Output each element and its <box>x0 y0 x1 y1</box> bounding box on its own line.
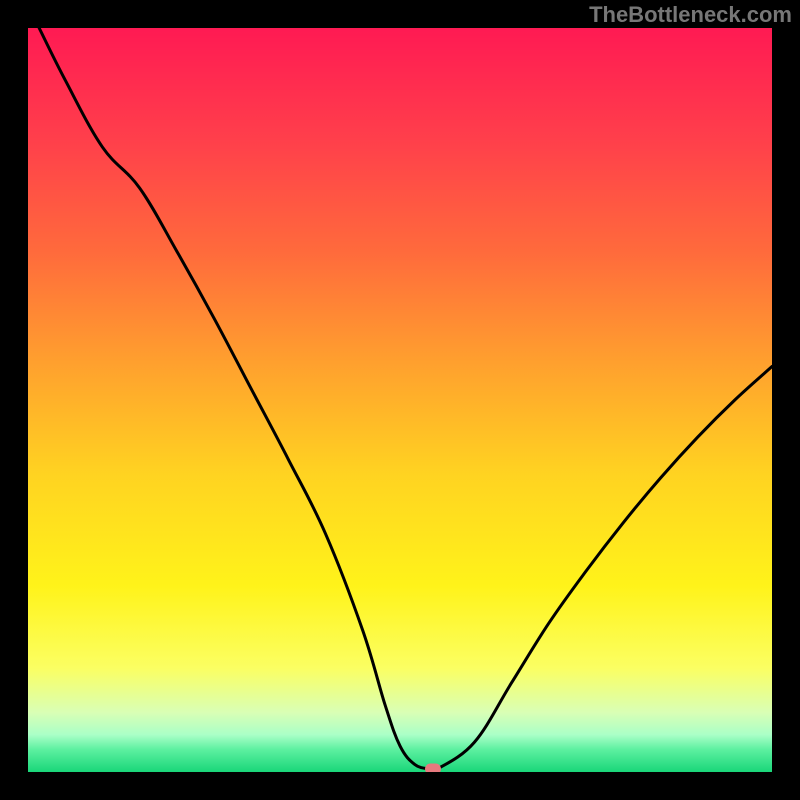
plot-area <box>28 28 772 772</box>
watermark-text: TheBottleneck.com <box>589 2 792 28</box>
chart-svg <box>28 28 772 772</box>
chart-container: TheBottleneck.com <box>0 0 800 800</box>
minimum-marker <box>425 764 441 772</box>
chart-background <box>28 28 772 772</box>
